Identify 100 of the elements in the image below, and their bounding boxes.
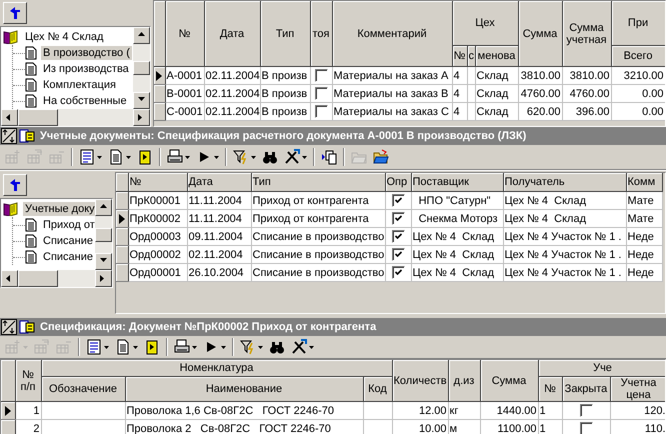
- scroll-thumb[interactable]: [18, 109, 58, 126]
- checkbox[interactable]: [580, 422, 592, 434]
- document-icon: [25, 78, 37, 92]
- column-header[interactable]: №: [538, 376, 562, 402]
- table-cell: м: [448, 420, 480, 434]
- checkbox[interactable]: [314, 69, 328, 82]
- row-indicator[interactable]: [116, 192, 128, 210]
- table-cell: ПрК00001: [128, 192, 187, 210]
- column-header[interactable]: тоя: [310, 1, 332, 66]
- window-title: Учетные документы: Спецификация расчетного документа А-0001 В производство (ЛЗК): [40, 130, 526, 142]
- checkbox[interactable]: [392, 266, 404, 279]
- tree-item[interactable]: На собственные: [41, 94, 129, 108]
- checkbox[interactable]: [580, 404, 592, 417]
- checkbox[interactable]: [314, 105, 328, 118]
- vertical-scrollbar[interactable]: [95, 199, 112, 270]
- column-header[interactable]: Наименование: [125, 376, 363, 402]
- tree-item[interactable]: Цех № 4 Склад: [23, 30, 106, 44]
- column-header[interactable]: № п/п: [15, 360, 41, 402]
- list-icon: [79, 149, 95, 165]
- column-header[interactable]: Тип: [251, 173, 385, 192]
- checkbox[interactable]: [392, 194, 404, 207]
- column-header[interactable]: Комм: [626, 173, 662, 192]
- filter-icon: [233, 149, 249, 165]
- horizontal-scrollbar[interactable]: [1, 270, 112, 287]
- document-icon: [25, 234, 37, 248]
- table-cell: Неде: [626, 228, 662, 246]
- sort-icon: [1, 128, 17, 144]
- row-indicator[interactable]: [154, 66, 165, 84]
- column-header[interactable]: Сумма учетная: [562, 1, 612, 66]
- column-header[interactable]: №: [165, 1, 204, 66]
- column-header[interactable]: д.из: [448, 360, 480, 402]
- tree-item[interactable]: Учетные доку: [23, 202, 97, 216]
- column-header[interactable]: Тип: [260, 1, 310, 66]
- table-cell: В произв: [260, 84, 310, 102]
- caret-icon: [126, 156, 131, 158]
- book-icon: [3, 202, 19, 216]
- scroll-thumb[interactable]: [95, 228, 112, 242]
- column-header[interactable]: Количеств: [392, 360, 448, 402]
- back-button[interactable]: [3, 2, 27, 24]
- window-title: Спецификация: Документ №ПрК00002 Приход от контрагента: [40, 321, 376, 333]
- column-header[interactable]: Сумма: [518, 1, 562, 66]
- table-cell: Орд00003: [128, 228, 187, 246]
- caret-icon: [97, 156, 102, 158]
- column-group-header: Уче: [538, 360, 665, 376]
- column-header[interactable]: Дата: [187, 173, 251, 192]
- checkbox[interactable]: [392, 248, 404, 261]
- filter-icon: [240, 339, 256, 355]
- tree-item[interactable]: Из производства: [41, 62, 131, 76]
- column-header[interactable]: Код: [363, 376, 392, 402]
- caret-icon: [309, 346, 314, 348]
- column-header[interactable]: Опр: [385, 173, 411, 192]
- table-add-icon: [5, 339, 21, 355]
- column-header[interactable]: №: [128, 173, 187, 192]
- tree-item[interactable]: Списание: [41, 250, 95, 264]
- checkmark-icon: [394, 233, 402, 240]
- vertical-scrollbar[interactable]: [133, 27, 150, 109]
- scroll-thumb[interactable]: [18, 270, 58, 287]
- caret-icon: [214, 156, 219, 158]
- checkbox[interactable]: [392, 212, 404, 225]
- printer-icon: [174, 339, 190, 355]
- caret-icon: [104, 346, 109, 348]
- table-cell: 1: [538, 420, 562, 434]
- scroll-thumb[interactable]: [133, 61, 150, 75]
- tree-item[interactable]: Приход от: [41, 218, 97, 232]
- row-indicator[interactable]: [1, 402, 15, 420]
- tree-item[interactable]: Комплектация: [41, 78, 118, 92]
- column-header[interactable]: Всего: [611, 46, 665, 66]
- column-header[interactable]: Обозначение: [41, 376, 125, 402]
- column-header[interactable]: Закрыта: [562, 376, 610, 402]
- horizontal-scrollbar[interactable]: [1, 109, 150, 126]
- row-indicator[interactable]: [116, 210, 128, 228]
- tree-item[interactable]: В производство (: [41, 46, 132, 60]
- column-header[interactable]: Поставщик: [411, 173, 503, 192]
- back-button[interactable]: [3, 174, 27, 196]
- table-cell: Снекма Моторз: [411, 210, 503, 228]
- column-header[interactable]: Получатель: [503, 173, 626, 192]
- column-header[interactable]: менова: [475, 46, 518, 66]
- column-header[interactable]: Дата: [204, 1, 260, 66]
- tree-item[interactable]: Списание: [41, 234, 95, 248]
- documents-icon: [19, 128, 35, 144]
- table-cell: 4: [452, 84, 467, 102]
- book-icon: [3, 30, 19, 44]
- column-header[interactable]: Сумма: [480, 360, 538, 402]
- table-cell: 1: [15, 402, 41, 420]
- column-group-header: Цех: [452, 1, 518, 46]
- column-header[interactable]: Комментарий: [332, 1, 452, 66]
- document-icon: [25, 250, 37, 264]
- table-cell: 11.11.2004: [187, 210, 251, 228]
- table-cell: Материалы на заказ A: [332, 66, 452, 84]
- checkbox[interactable]: [314, 87, 328, 100]
- table-cell: Цех № 4 Участок № 1 .: [503, 264, 626, 282]
- table-cell: 26.10.2004: [187, 264, 251, 282]
- table-cell: Материалы на заказ B: [332, 84, 452, 102]
- table-cell: 12.00: [392, 402, 448, 420]
- table-cell: Склад: [475, 84, 518, 102]
- checkbox[interactable]: [392, 230, 404, 243]
- column-header[interactable]: Учетна цена: [610, 376, 665, 402]
- printer-icon: [167, 149, 183, 165]
- table-cell: Орд00002: [128, 246, 187, 264]
- table-cell: A-0001: [165, 66, 204, 84]
